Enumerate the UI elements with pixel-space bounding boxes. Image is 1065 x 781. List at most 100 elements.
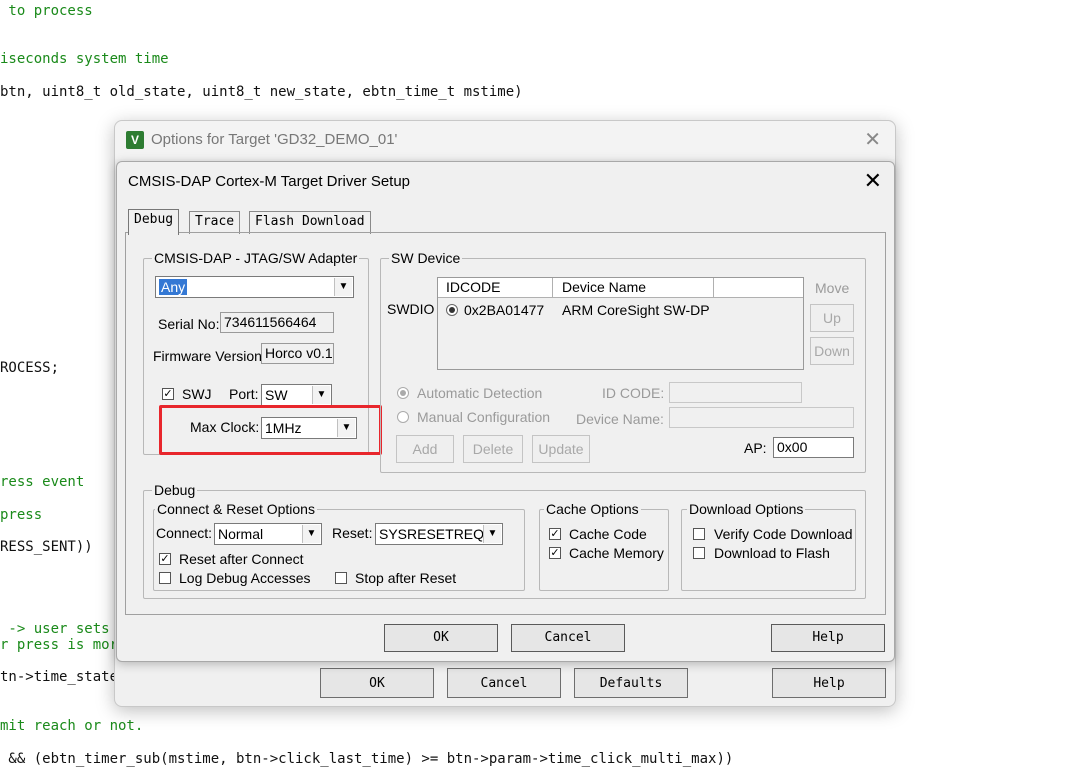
swj-checkbox[interactable]: ✓ [162,388,174,400]
connect-select-value: Normal [218,526,264,542]
delete-button[interactable]: Delete [463,435,523,463]
tab-trace[interactable]: Trace [189,211,241,234]
device-idcode: 0x2BA01477 [464,302,545,318]
device-row-radio[interactable] [446,304,458,316]
dialog-close-icon[interactable]: ✕ [864,168,882,194]
manual-configuration-label: Manual Configuration [417,409,551,425]
cmsis-dap-setup-dialog: CMSIS-DAP Cortex-M Target Driver Setup ✕… [116,161,895,662]
table-header: IDCODE Device Name [438,278,803,298]
port-select-value: SW [265,387,288,403]
tab-debug[interactable]: Debug [128,209,180,235]
debug-tab-panel: CMSIS-DAP - JTAG/SW Adapter Any ▼ Serial… [125,232,886,615]
outer-help-button[interactable]: Help [772,668,886,698]
stop-after-reset-label: Stop after Reset [355,570,457,586]
cache-memory-label: Cache Memory [569,545,664,561]
code-line: r press is mor [0,637,119,653]
reset-label: Reset: [332,525,373,541]
code-line: RESS_SENT)) [0,539,93,555]
outer-close-icon[interactable]: ✕ [864,127,881,152]
column-header-idcode: IDCODE [446,279,501,295]
reset-after-connect-checkbox[interactable]: ✓ [159,553,171,565]
ap-field[interactable]: 0x00 [773,437,854,458]
sw-device-table: IDCODE Device Name 0x2BA01477 ARM CoreSi… [437,277,804,370]
table-row[interactable]: 0x2BA01477 ARM CoreSight SW-DP [438,299,803,319]
code-line: to process [0,3,93,19]
cache-code-checkbox[interactable]: ✓ [549,528,561,540]
id-code-field[interactable] [669,382,802,403]
reset-select[interactable]: SYSRESETREQ ▼ [375,523,503,545]
dialog-cancel-button[interactable]: Cancel [511,624,625,652]
code-line: btn, uint8_t old_state, uint8_t new_stat… [0,84,523,100]
adapter-select[interactable]: Any ▼ [155,276,354,298]
port-select[interactable]: SW ▼ [261,384,332,406]
automatic-detection-label: Automatic Detection [417,385,543,401]
automatic-detection-radio[interactable] [397,387,409,399]
move-down-button[interactable]: Down [810,337,854,365]
id-code-label: ID CODE: [602,385,665,401]
add-button[interactable]: Add [396,435,454,463]
move-label: Move [815,280,850,296]
download-options-group-label: Download Options [687,501,806,517]
reset-select-value: SYSRESETREQ [379,526,485,542]
port-label: Port: [229,386,259,402]
connect-label: Connect: [156,525,213,541]
dialog-ok-button[interactable]: OK [384,624,498,652]
code-line: ROCESS; [0,360,60,376]
sw-device-group: SW Device SWDIO IDCODE Device Name 0x2BA… [380,250,866,473]
chevron-down-icon[interactable]: ▼ [302,525,320,543]
stop-after-reset-checkbox[interactable] [335,572,347,584]
sw-device-group-label: SW Device [389,250,463,266]
update-button[interactable]: Update [532,435,590,463]
download-options-group: Download Options Verify Code Download Do… [681,501,856,591]
manual-configuration-radio[interactable] [397,411,409,423]
code-line: ress event [0,474,85,490]
outer-cancel-button[interactable]: Cancel [447,668,561,698]
max-clock-highlight-box [159,405,382,455]
chevron-down-icon[interactable]: ▼ [334,278,352,296]
chevron-down-icon[interactable]: ▼ [312,386,330,404]
debug-group: Debug Connect & Reset Options Connect: N… [143,482,866,599]
download-to-flash-label: Download to Flash [714,545,830,561]
debug-group-label: Debug [152,482,198,498]
ap-label: AP: [744,440,767,456]
verify-code-download-label: Verify Code Download [714,526,853,542]
outer-defaults-button[interactable]: Defaults [574,668,688,698]
cache-code-label: Cache Code [569,526,647,542]
cache-options-group-label: Cache Options [544,501,641,517]
device-name-label: Device Name: [576,411,664,427]
keil-app-icon: V [126,131,144,149]
code-line: press [0,507,43,523]
outer-titlebar: V Options for Target 'GD32_DEMO_01' ✕ [115,121,895,159]
outer-ok-button[interactable]: OK [320,668,434,698]
column-header-device-name: Device Name [562,279,647,295]
chevron-down-icon[interactable]: ▼ [483,525,501,543]
code-line: -> user sets [0,621,110,637]
firmware-version-label: Firmware Version: [153,348,266,364]
dialog-title: CMSIS-DAP Cortex-M Target Driver Setup [128,173,411,190]
swj-label: SWJ [182,386,212,402]
log-debug-accesses-checkbox[interactable] [159,572,171,584]
cache-memory-checkbox[interactable]: ✓ [549,547,561,559]
connect-select[interactable]: Normal ▼ [214,523,322,545]
device-name: ARM CoreSight SW-DP [562,302,710,318]
move-up-button[interactable]: Up [810,304,854,332]
swdio-label: SWDIO [387,301,435,317]
dialog-help-button[interactable]: Help [771,624,885,652]
firmware-version-field: Horco v0.1 [261,343,334,364]
verify-code-download-checkbox[interactable] [693,528,705,540]
code-line: && (ebtn_timer_sub(mstime, btn->click_la… [0,751,734,767]
code-line: iseconds system time [0,51,169,67]
connect-reset-group-label: Connect & Reset Options [155,501,317,517]
adapter-select-value: Any [159,279,188,295]
outer-window-title: Options for Target 'GD32_DEMO_01' [151,131,398,148]
download-to-flash-checkbox[interactable] [693,547,705,559]
adapter-group-label: CMSIS-DAP - JTAG/SW Adapter [152,250,360,266]
device-name-field[interactable] [669,407,854,428]
reset-after-connect-label: Reset after Connect [179,551,304,567]
code-line: mit reach or not. [0,718,144,734]
code-line: tn->time_state [0,669,119,685]
tab-flash-download[interactable]: Flash Download [249,211,371,234]
serial-no-label: Serial No: [158,316,220,332]
serial-no-field: 734611566464 [220,312,334,333]
connect-reset-group: Connect & Reset Options Connect: Normal … [153,501,525,591]
